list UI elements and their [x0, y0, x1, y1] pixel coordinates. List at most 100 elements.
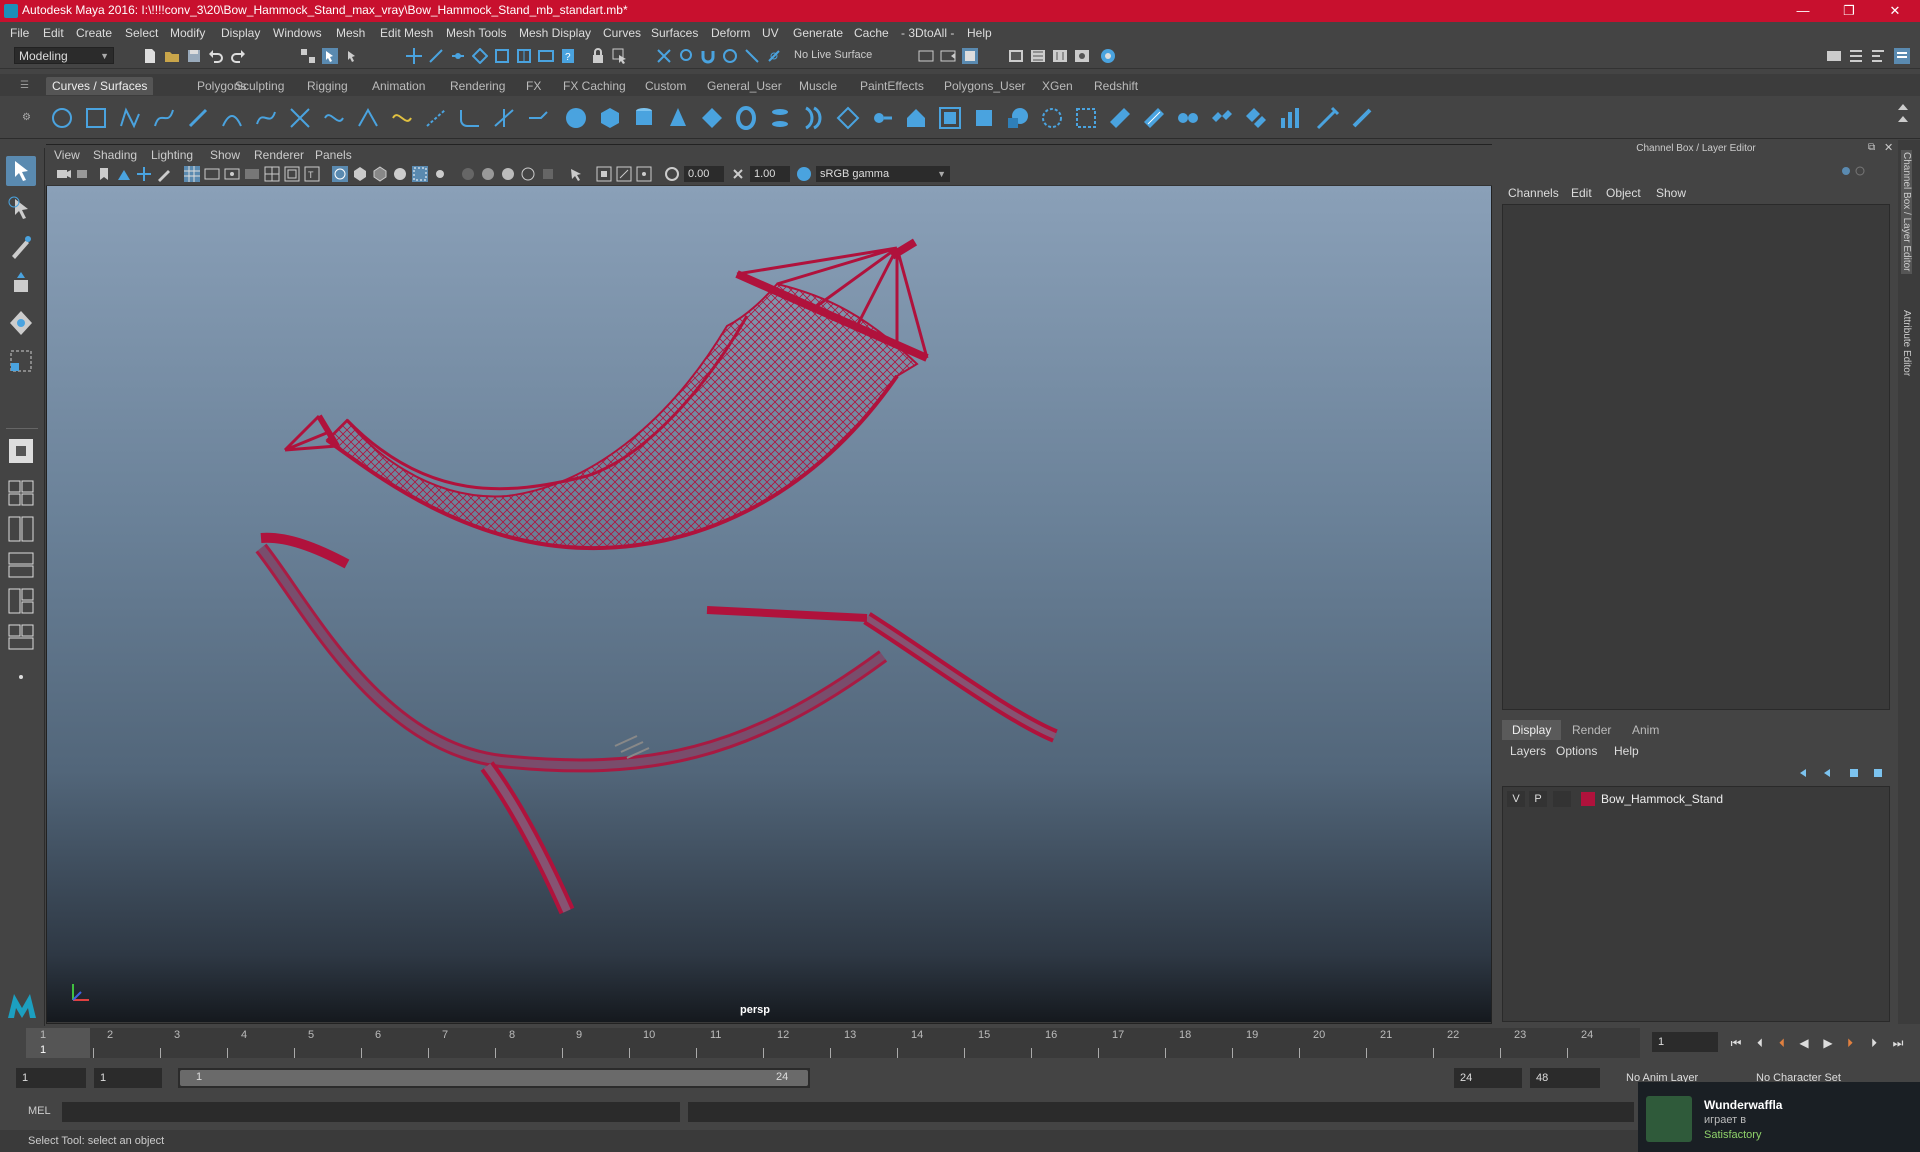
rebuild-curve-icon[interactable] — [424, 106, 448, 130]
side-tab-channel-box[interactable]: Channel Box / Layer Editor — [1901, 150, 1912, 274]
rotate-tool[interactable] — [6, 308, 36, 338]
snap-to-view-plane-icon[interactable] — [472, 48, 488, 64]
live-surface-label[interactable]: No Live Surface — [794, 47, 880, 64]
move-tool[interactable] — [6, 270, 36, 300]
script-language-label[interactable]: MEL — [28, 1105, 51, 1117]
shelf-tab-muscle[interactable]: Muscle — [793, 77, 843, 95]
persp-viewport[interactable] — [47, 186, 1491, 1022]
snap-to-grid-icon[interactable] — [406, 48, 422, 64]
select-highlight-icon[interactable] — [612, 48, 628, 64]
shelf-settings-icon[interactable]: ⚙ — [22, 112, 31, 123]
menu-edit[interactable]: Edit — [43, 26, 64, 40]
menu-curves[interactable]: Curves — [603, 26, 641, 40]
save-scene-icon[interactable] — [186, 48, 202, 64]
new-scene-icon[interactable] — [142, 48, 158, 64]
surface-editing-icon[interactable] — [1350, 106, 1374, 130]
shelf-tab-rigging[interactable]: Rigging — [301, 77, 354, 95]
nurbs-square-icon[interactable] — [84, 106, 108, 130]
depth-of-field-icon[interactable] — [540, 166, 556, 182]
menu-cache[interactable]: Cache — [854, 26, 889, 40]
birail-icon[interactable] — [904, 106, 928, 130]
layer-visibility-toggle[interactable]: V — [1507, 791, 1525, 807]
nurbs-circle-icon[interactable] — [50, 106, 74, 130]
nurbs-sphere-icon[interactable] — [564, 106, 588, 130]
layer-tab-display[interactable]: Display — [1502, 720, 1562, 740]
layer-row[interactable]: V P Bow_Hammock_Stand — [1507, 791, 1883, 809]
textured-icon[interactable] — [392, 166, 408, 182]
make-live-icon[interactable] — [494, 48, 510, 64]
snap-to-point-icon[interactable] — [450, 48, 466, 64]
layer-tab-render[interactable]: Render — [1562, 720, 1621, 740]
menu-modify[interactable]: Modify — [170, 26, 205, 40]
color-management-icon[interactable] — [796, 166, 812, 182]
nurbs-cylinder-icon[interactable] — [632, 106, 656, 130]
shelf-tab-polygons-user[interactable]: Polygons_User — [938, 77, 1031, 95]
render-frame-icon[interactable] — [1008, 48, 1024, 64]
edit-menu[interactable]: Edit — [1571, 186, 1592, 200]
gate-mask-icon[interactable] — [244, 166, 260, 182]
select-by-hierarchy-icon[interactable] — [300, 48, 316, 64]
more-layouts[interactable] — [6, 662, 36, 692]
untrim-icon[interactable] — [1142, 106, 1166, 130]
anti-aliasing-icon[interactable] — [520, 166, 536, 182]
bevel-plus-icon[interactable] — [1006, 106, 1030, 130]
playback-end-field[interactable]: 24 — [1454, 1068, 1522, 1088]
symmetry-icon[interactable] — [516, 48, 532, 64]
range-slider[interactable]: 1 24 — [178, 1068, 810, 1088]
nurbs-cone-icon[interactable] — [666, 106, 690, 130]
layers-menu[interactable]: Layers — [1510, 744, 1546, 758]
menu-mesh-tools[interactable]: Mesh Tools — [446, 26, 506, 40]
go-to-end-icon[interactable]: ⏭ — [1890, 1036, 1906, 1050]
construction-history-icon[interactable] — [538, 48, 554, 64]
viewport-menu-lighting[interactable]: Lighting — [151, 148, 193, 162]
render-view-icon[interactable] — [940, 48, 956, 64]
square-surface-icon[interactable] — [972, 106, 996, 130]
minimize-button[interactable]: — — [1780, 0, 1826, 22]
channel-box-area[interactable] — [1502, 204, 1890, 710]
light-icon[interactable] — [432, 166, 448, 182]
shelf-tab-general-user[interactable]: General_User — [701, 77, 788, 95]
exposure-field[interactable]: 0.00 — [684, 166, 724, 182]
live-surface-icon[interactable] — [766, 48, 782, 64]
help-menu[interactable]: Help — [1614, 744, 1639, 758]
surface-intersect-icon[interactable] — [1040, 106, 1064, 130]
isolate-select-icon[interactable] — [568, 166, 584, 182]
menu-file[interactable]: File — [10, 26, 29, 40]
smooth-shading-icon[interactable] — [352, 166, 368, 182]
bookmark-icon[interactable] — [96, 166, 112, 182]
nurbs-torus-icon[interactable] — [734, 106, 758, 130]
film-gate-icon[interactable] — [204, 166, 220, 182]
offset-curve-icon[interactable] — [390, 106, 414, 130]
image-plane-icon[interactable] — [116, 166, 132, 182]
safe-title-icon[interactable]: T — [304, 166, 320, 182]
loft-icon[interactable] — [802, 106, 826, 130]
wireframe-on-shaded-icon[interactable] — [372, 166, 388, 182]
attribute-editor-toggle-icon[interactable] — [1848, 48, 1864, 64]
shelf-menu-icon[interactable]: ☰ — [20, 80, 29, 91]
xray-icon[interactable] — [596, 166, 612, 182]
menu-3dtoall[interactable]: - 3DtoAll - — [901, 26, 954, 40]
input-line-icon[interactable] — [918, 48, 934, 64]
viewport-menu-shading[interactable]: Shading — [93, 148, 137, 162]
question-icon[interactable]: ? — [560, 48, 576, 64]
layer-playback-toggle[interactable]: P — [1529, 791, 1547, 807]
shelf-tab-xgen[interactable]: XGen — [1036, 77, 1079, 95]
undo-icon[interactable] — [208, 48, 224, 64]
lasso-icon[interactable] — [678, 48, 694, 64]
align-surfaces-icon[interactable] — [1244, 106, 1268, 130]
resolution-gate-icon[interactable] — [224, 166, 240, 182]
modeling-toolkit-icon[interactable] — [1826, 48, 1842, 64]
menu-display[interactable]: Display — [221, 26, 260, 40]
sculpt-geometry-icon[interactable] — [1316, 106, 1340, 130]
nurbs-plane-icon[interactable] — [700, 106, 724, 130]
shelf-tab-fx[interactable]: FX — [520, 77, 547, 95]
viewport-menu-renderer[interactable]: Renderer — [254, 148, 304, 162]
menu-mesh[interactable]: Mesh — [336, 26, 365, 40]
step-forward-key-icon[interactable]: ⏵ — [1842, 1036, 1858, 1050]
motion-blur-icon[interactable] — [500, 166, 516, 182]
snap-together-icon[interactable] — [656, 48, 672, 64]
pencil-curve-icon[interactable] — [186, 106, 210, 130]
field-chart-icon[interactable] — [264, 166, 280, 182]
show-menu[interactable]: Show — [1656, 186, 1686, 200]
boundary-icon[interactable] — [938, 106, 962, 130]
